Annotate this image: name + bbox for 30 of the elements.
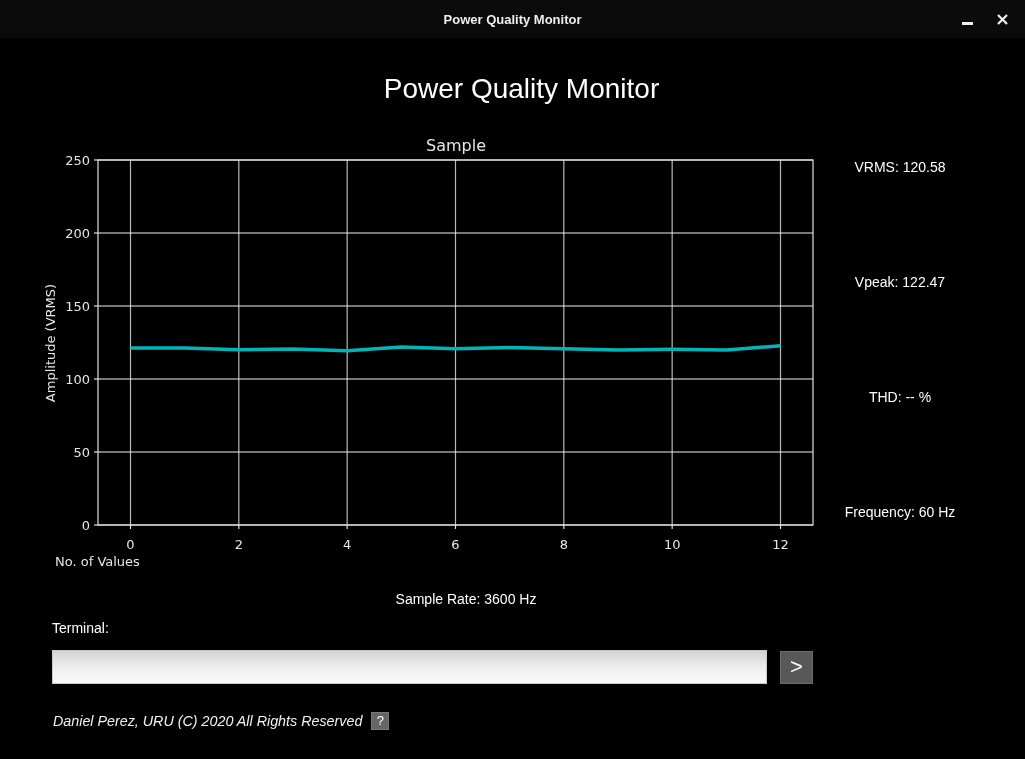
reading-label: Vpeak: 122.47 [854, 274, 946, 291]
x-axis-label: No. of Values [55, 554, 140, 569]
x-tick-label: 8 [559, 537, 568, 552]
terminal-label: Terminal: [52, 620, 109, 637]
terminal-input[interactable] [52, 650, 767, 684]
app-heading: Power Quality Monitor [383, 72, 660, 106]
close-icon[interactable] [997, 13, 1008, 25]
x-tick-label: 2 [234, 537, 243, 552]
y-tick-label: 50 [73, 445, 90, 460]
copyright-text: Daniel Perez, URU (C) 2020 All Rights Reserved [53, 712, 363, 730]
x-tick-label: 12 [772, 537, 789, 552]
reading-label: VRMS: 120.58 [854, 159, 946, 176]
sample-rate-label: Sample Rate: 3600 Hz [395, 591, 537, 608]
y-tick-label: 200 [65, 226, 90, 241]
reading-label: THD: -- % [868, 389, 932, 406]
minimize-icon[interactable] [962, 22, 973, 25]
help-button[interactable]: ? [371, 712, 390, 730]
y-tick-label: 0 [81, 518, 90, 533]
y-tick-label: 100 [65, 372, 90, 387]
y-axis-label: Amplitude (VRMS) [43, 283, 58, 403]
x-tick-label: 0 [126, 537, 135, 552]
window-title: Power Quality Monitor [443, 11, 582, 27]
x-tick-label: 4 [343, 537, 352, 552]
x-tick-label: 6 [451, 537, 460, 552]
x-tick-label: 10 [663, 537, 681, 552]
y-tick-label: 250 [65, 153, 90, 168]
send-button[interactable]: > [780, 650, 813, 684]
chart-title: Sample [426, 136, 486, 155]
reading-label: Frequency: 60 Hz [844, 504, 956, 521]
y-tick-label: 150 [65, 299, 90, 314]
